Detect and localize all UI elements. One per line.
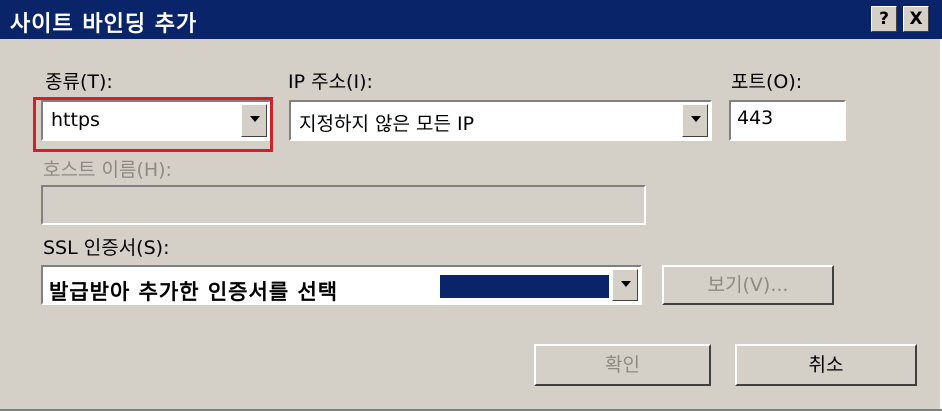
- ip-label: IP 주소(I):: [288, 71, 373, 93]
- ssl-dropdown-button[interactable]: [612, 269, 638, 301]
- view-button[interactable]: 보기(V)...: [662, 265, 834, 305]
- port-input[interactable]: 443: [729, 100, 846, 141]
- ok-button[interactable]: 확인: [534, 344, 711, 386]
- ip-dropdown-button[interactable]: [682, 104, 708, 137]
- port-value: 443: [737, 107, 774, 129]
- add-site-binding-dialog: 사이트 바인딩 추가 ? X 종류(T): https IP 주소(I): 지정…: [0, 0, 942, 411]
- close-button[interactable]: X: [903, 6, 929, 32]
- type-label: 종류(T):: [45, 71, 113, 93]
- cancel-button[interactable]: 취소: [735, 344, 917, 386]
- highlight-box: [33, 97, 273, 152]
- host-label: 호스트 이름(H):: [43, 159, 172, 181]
- help-button[interactable]: ?: [871, 6, 897, 32]
- ip-value: 지정하지 않은 모든 IP: [299, 113, 475, 135]
- title-bar: 사이트 바인딩 추가 ? X: [0, 0, 942, 39]
- ip-select[interactable]: 지정하지 않은 모든 IP: [289, 100, 712, 141]
- ssl-value: 발급받아 추가한 인증서를 선택: [49, 280, 339, 304]
- window-title: 사이트 바인딩 추가: [10, 12, 198, 37]
- ssl-label: SSL 인증서(S):: [43, 237, 170, 259]
- selection-highlight: [440, 275, 609, 298]
- port-label: 포트(O):: [731, 71, 803, 93]
- host-input[interactable]: [41, 185, 646, 225]
